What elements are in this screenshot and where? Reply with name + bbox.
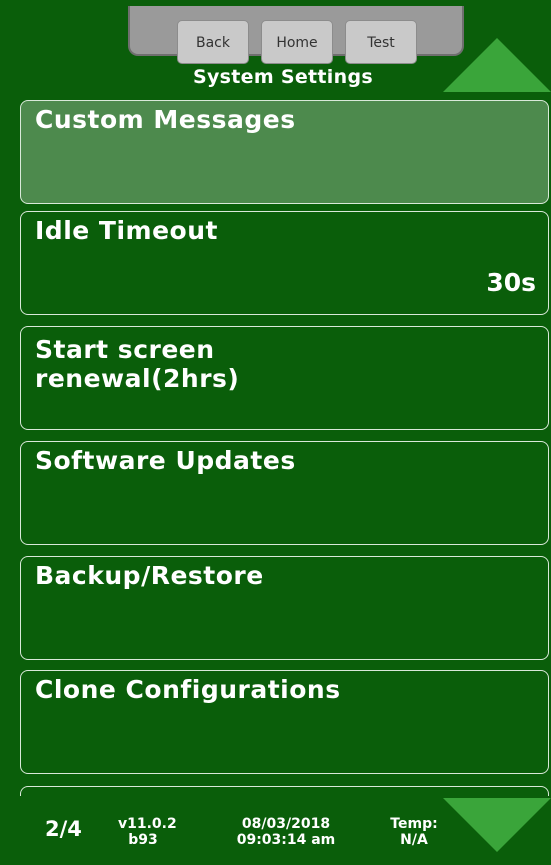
temp-value: N/A bbox=[400, 832, 428, 848]
settings-screen: Back Home Test System Settings Custom Me… bbox=[0, 0, 551, 865]
scroll-up-icon[interactable] bbox=[443, 38, 551, 92]
home-button[interactable]: Home bbox=[261, 20, 333, 64]
menu-item-label: Start screen renewal(2hrs) bbox=[35, 335, 240, 393]
temperature: Temp: N/A bbox=[378, 816, 450, 848]
menu-item-start-screen-renewal[interactable]: Start screen renewal(2hrs) bbox=[20, 326, 549, 430]
menu-item-label: Custom Messages bbox=[35, 105, 296, 134]
menu-item-clone-configurations[interactable]: Clone Configurations bbox=[20, 670, 549, 774]
menu-item-idle-timeout[interactable]: Idle Timeout 30s bbox=[20, 211, 549, 315]
datetime: 08/03/2018 09:03:14 am bbox=[218, 816, 354, 848]
menu-item-software-updates[interactable]: Software Updates bbox=[20, 441, 549, 545]
menu-item-custom-messages[interactable]: Custom Messages bbox=[20, 100, 549, 204]
build-number: b93 bbox=[128, 832, 158, 848]
scroll-down-icon[interactable] bbox=[443, 798, 551, 852]
menu-item-backup-restore[interactable]: Backup/Restore bbox=[20, 556, 549, 660]
version-info: v11.0.2 b93 bbox=[118, 816, 177, 848]
menu-item-label: Idle Timeout bbox=[35, 216, 218, 245]
page-title: System Settings bbox=[193, 66, 373, 88]
back-button[interactable]: Back bbox=[177, 20, 249, 64]
menu-item-label: Clone Configurations bbox=[35, 675, 341, 704]
menu-item-label: Backup/Restore bbox=[35, 561, 264, 590]
temp-label: Temp: bbox=[390, 816, 438, 832]
menu-item-label: Software Updates bbox=[35, 446, 296, 475]
idle-timeout-value: 30s bbox=[486, 268, 536, 297]
time-text: 09:03:14 am bbox=[236, 832, 336, 848]
date-text: 08/03/2018 bbox=[241, 816, 331, 832]
test-button[interactable]: Test bbox=[345, 20, 417, 64]
version-number: v11.0.2 bbox=[118, 816, 177, 832]
page-indicator: 2/4 bbox=[45, 817, 82, 841]
